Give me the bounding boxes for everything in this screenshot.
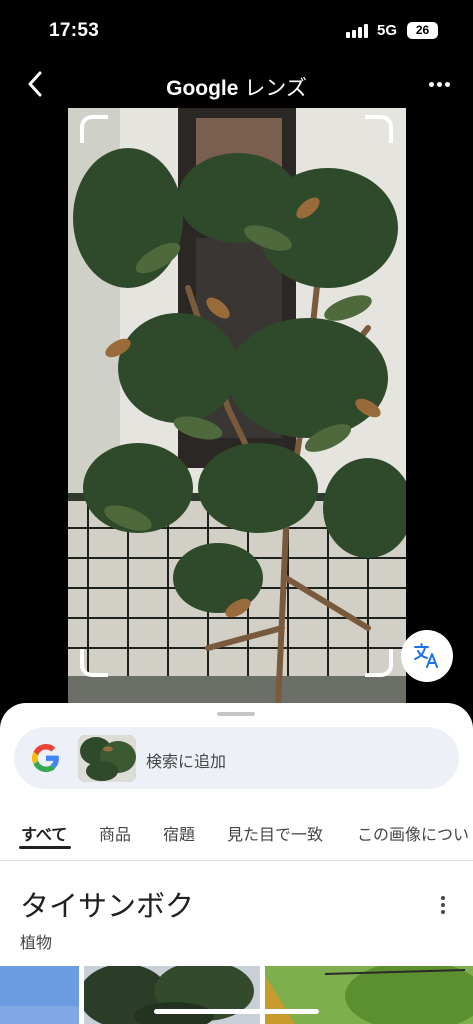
sheet-drag-handle[interactable] bbox=[217, 712, 255, 716]
tab-bar: すべて 商品 宿題 見た目で一致 この画像につい bbox=[0, 811, 473, 861]
selection-corner-bottom-left[interactable] bbox=[80, 649, 108, 677]
result-subtitle: 植物 bbox=[20, 935, 53, 952]
tab-all[interactable]: すべて bbox=[21, 821, 67, 845]
search-thumbnail[interactable] bbox=[78, 735, 136, 782]
google-brand: Google bbox=[166, 77, 239, 100]
search-bar[interactable]: 検索に追加 bbox=[14, 727, 459, 789]
tab-shopping[interactable]: 商品 bbox=[99, 821, 131, 845]
status-bar: 17:53 5G 26 bbox=[0, 0, 473, 62]
result-image[interactable] bbox=[0, 966, 79, 1024]
home-indicator[interactable] bbox=[154, 1009, 319, 1014]
network-type: 5G bbox=[377, 22, 398, 39]
result-image-strip bbox=[0, 966, 473, 1024]
result-image[interactable] bbox=[265, 966, 473, 1024]
captured-photo[interactable] bbox=[68, 108, 406, 708]
google-g-icon bbox=[32, 744, 59, 772]
tab-visual-match[interactable]: 見た目で一致 bbox=[227, 821, 323, 845]
results-sheet: 検索に追加 すべて 商品 宿題 見た目で一致 この画像につい タイサンボク 植物 bbox=[0, 703, 473, 1024]
title-suffix: レンズ bbox=[244, 77, 307, 100]
add-to-search-label: 検索に追加 bbox=[146, 754, 227, 771]
translate-icon bbox=[414, 643, 438, 668]
battery-icon: 26 bbox=[407, 22, 438, 39]
selection-corner-top-right[interactable] bbox=[365, 115, 393, 143]
more-horizontal-icon[interactable] bbox=[429, 82, 451, 88]
app-header: Google レンズ bbox=[0, 62, 473, 106]
more-vertical-icon[interactable] bbox=[440, 896, 446, 914]
tab-homework[interactable]: 宿題 bbox=[163, 821, 195, 845]
active-tab-indicator bbox=[19, 846, 71, 849]
status-time: 17:53 bbox=[49, 20, 100, 41]
signal-icon bbox=[346, 24, 370, 38]
tab-about-image[interactable]: この画像につい bbox=[357, 821, 469, 845]
result-image[interactable] bbox=[84, 966, 260, 1024]
page-title: Google レンズ bbox=[0, 72, 473, 102]
translate-button[interactable] bbox=[401, 630, 453, 682]
selection-corner-bottom-right[interactable] bbox=[365, 649, 393, 677]
selection-corner-top-left[interactable] bbox=[80, 115, 108, 143]
result-title[interactable]: タイサンボク bbox=[20, 883, 194, 925]
